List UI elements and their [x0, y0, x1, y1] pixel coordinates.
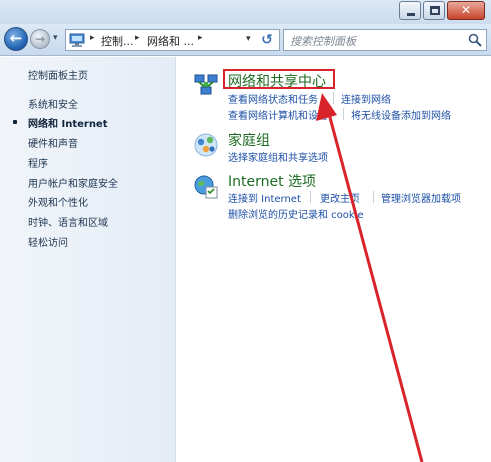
task-view-network-status[interactable]: 查看网络状态和任务	[228, 91, 318, 106]
sidebar-item-appearance[interactable]: 外观和个性化	[28, 194, 88, 209]
window-controls: ✕	[397, 1, 485, 20]
refresh-button[interactable]: ↺	[257, 31, 277, 49]
task-connect-to-internet[interactable]: 连接到 Internet	[228, 190, 301, 205]
search-placeholder: 搜索控制面板	[290, 35, 356, 48]
task-choose-homegroup-sharing[interactable]: 选择家庭组和共享选项	[228, 149, 328, 164]
task-add-wireless-device[interactable]: 将无线设备添加到网络	[351, 107, 451, 122]
task-delete-browsing-history[interactable]: 删除浏览的历史记录和 cookie	[228, 206, 364, 221]
breadcrumb-network-internet[interactable]: 网络和 ...	[147, 33, 194, 49]
sidebar-item-control-panel-home[interactable]: 控制面板主页	[28, 67, 88, 82]
minimize-button[interactable]	[399, 1, 421, 20]
control-panel-icon	[69, 33, 85, 47]
breadcrumb-separator[interactable]: ▸	[135, 33, 140, 43]
category-title-homegroup[interactable]: 家庭组	[228, 130, 270, 150]
back-arrow-icon: ←	[9, 29, 23, 47]
control-panel-window: ✕ ← → ▾ ▸ 控制... ▸ 网络和 ... ▸ ▾ ↺ 搜索控制面板 控…	[0, 0, 491, 462]
sidebar-item-network-internet[interactable]: 网络和 Internet	[28, 115, 108, 130]
breadcrumb-separator[interactable]: ▸	[90, 33, 95, 43]
network-sharing-center-icon[interactable]	[193, 72, 219, 98]
close-icon: ✕	[460, 3, 472, 17]
maximize-button[interactable]	[423, 1, 445, 20]
highlight-annotation-box	[223, 69, 335, 89]
sidebar-item-hardware-sound[interactable]: 硬件和声音	[28, 135, 78, 150]
breadcrumb-control-panel[interactable]: 控制...	[101, 33, 134, 49]
search-icon[interactable]	[468, 33, 482, 47]
sidebar-item-programs[interactable]: 程序	[28, 155, 48, 170]
internet-options-icon[interactable]	[193, 174, 219, 200]
task-connect-to-network[interactable]: 连接到网络	[341, 91, 391, 106]
sidebar-item-clock-language-region[interactable]: 时钟、语言和区域	[28, 214, 108, 229]
address-dropdown-icon[interactable]: ▾	[246, 34, 251, 44]
recent-pages-dropdown[interactable]: ▾	[53, 33, 58, 43]
maximize-icon	[430, 6, 440, 15]
search-box[interactable]: 搜索控制面板	[283, 29, 487, 51]
navigation-bar: ← → ▾ ▸ 控制... ▸ 网络和 ... ▸ ▾ ↺ 搜索控制面板	[0, 24, 491, 56]
minimize-icon	[407, 13, 415, 16]
sidebar-item-system-security[interactable]: 系统和安全	[28, 96, 78, 111]
title-bar: ✕	[0, 0, 491, 24]
close-button[interactable]: ✕	[447, 1, 485, 20]
task-separator	[373, 191, 374, 203]
current-item-bullet	[13, 120, 17, 124]
refresh-icon: ↺	[261, 32, 273, 48]
forward-button[interactable]: →	[30, 29, 50, 49]
breadcrumb-separator[interactable]: ▸	[198, 33, 203, 43]
address-bar[interactable]: ▸ 控制... ▸ 网络和 ... ▸ ▾	[65, 29, 280, 51]
task-manage-browser-addons[interactable]: 管理浏览器加载项	[381, 190, 461, 205]
task-change-home-page[interactable]: 更改主页	[320, 190, 360, 205]
task-separator	[333, 92, 334, 104]
homegroup-icon[interactable]	[193, 132, 219, 158]
sidebar-item-user-accounts[interactable]: 用户帐户和家庭安全	[28, 175, 118, 190]
category-title-internet-options[interactable]: Internet 选项	[228, 171, 316, 191]
sidebar-item-ease-of-access[interactable]: 轻松访问	[28, 234, 68, 249]
back-button[interactable]: ←	[4, 27, 28, 51]
task-view-network-computers[interactable]: 查看网络计算机和设备	[228, 107, 328, 122]
forward-arrow-icon: →	[34, 32, 46, 46]
task-separator	[310, 191, 311, 203]
task-separator	[343, 108, 344, 120]
